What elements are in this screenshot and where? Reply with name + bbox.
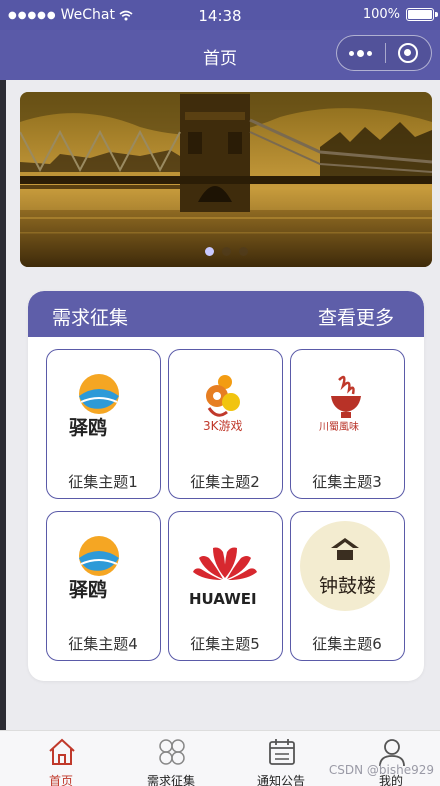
carousel-dot-active[interactable] <box>204 247 214 256</box>
close-mini-program-button[interactable] <box>385 36 431 70</box>
tab-mine[interactable]: 我的 <box>336 731 440 786</box>
battery-percent: 100% <box>362 7 400 22</box>
topic-tile-3[interactable]: 川蜀風味 征集主题3 <box>290 349 405 499</box>
app-screen: ●●●●● WeChat 14:38 100% 首页 需求征集 查看更多 驿鸥 … <box>0 0 440 786</box>
topic-label: 征集主题1 <box>68 473 138 491</box>
battery-group: 100% <box>362 7 438 22</box>
logo-text: 川蜀風味 <box>319 421 359 433</box>
view-more-link[interactable]: 查看更多 <box>318 303 394 330</box>
grid-icon <box>159 739 185 765</box>
navigation-bar: 首页 <box>0 30 440 80</box>
logo-text: 驿鸥 <box>69 416 107 439</box>
more-dot-icon <box>349 50 355 56</box>
logo-text: 3K游戏 <box>203 419 243 433</box>
chuanshu-logo-icon: 川蜀風味 <box>319 375 361 433</box>
yiou-logo-icon: 驿鸥 <box>69 536 119 601</box>
more-dot-icon <box>367 50 373 56</box>
logo-text: HUAWEI <box>189 590 257 608</box>
carousel-dot[interactable] <box>238 247 248 256</box>
tab-demand-collection[interactable]: 需求征集 <box>116 731 226 786</box>
tab-label: 首页 <box>48 774 73 786</box>
topic-tile-4[interactable]: 驿鸥 征集主题4 <box>46 511 161 661</box>
topic-tile-2[interactable]: 3K游戏 征集主题2 <box>168 349 283 499</box>
topic-label: 征集主题4 <box>68 635 138 653</box>
more-menu-button[interactable] <box>337 36 385 70</box>
tab-label: 通知公告 <box>256 774 305 786</box>
tab-announcements[interactable]: 通知公告 <box>226 731 336 786</box>
logo-text: 钟鼓楼 <box>319 575 376 597</box>
topic-label: 征集主题6 <box>312 635 382 653</box>
demand-collection-card: 需求征集 查看更多 驿鸥 征集主题1 3K游戏 征集主题2 川蜀風味 征集主题3… <box>28 291 424 681</box>
tab-home[interactable]: 首页 <box>6 731 116 786</box>
more-dot-icon <box>357 49 365 57</box>
calendar-icon <box>269 739 295 765</box>
home-icon <box>49 738 75 765</box>
topic-label: 征集主题5 <box>190 635 260 653</box>
card-header: 需求征集 查看更多 <box>28 291 424 337</box>
window-edge <box>0 80 6 730</box>
yiou-logo-icon: 驿鸥 <box>69 374 119 439</box>
huawei-logo-icon: HUAWEI <box>189 547 257 608</box>
tab-label: 需求征集 <box>146 774 195 786</box>
topic-tile-6[interactable]: 钟鼓楼 征集主题6 <box>290 511 405 661</box>
topic-tile-5[interactable]: HUAWEI 征集主题5 <box>168 511 283 661</box>
target-icon <box>398 43 419 63</box>
3k-games-logo-icon: 3K游戏 <box>203 375 243 433</box>
battery-icon <box>406 8 438 21</box>
zhonggu-lou-logo-icon: 钟鼓楼 <box>300 521 390 611</box>
topic-label: 征集主题2 <box>190 473 260 491</box>
watermark-text: CSDN @bishe929 <box>328 763 434 777</box>
section-title: 需求征集 <box>52 307 129 329</box>
bottom-tab-bar: 首页 需求征集 通知公告 我的 <box>0 730 440 786</box>
carousel-indicators <box>20 247 432 256</box>
topic-label: 征集主题3 <box>312 473 382 491</box>
banner-carousel[interactable] <box>20 92 432 267</box>
topic-tile-1[interactable]: 驿鸥 征集主题1 <box>46 349 161 499</box>
mini-program-capsule <box>336 35 432 71</box>
banner-image <box>20 92 432 267</box>
carousel-dot[interactable] <box>221 247 231 256</box>
logo-text: 驿鸥 <box>69 578 107 601</box>
status-bar: ●●●●● WeChat 14:38 100% <box>0 0 440 30</box>
